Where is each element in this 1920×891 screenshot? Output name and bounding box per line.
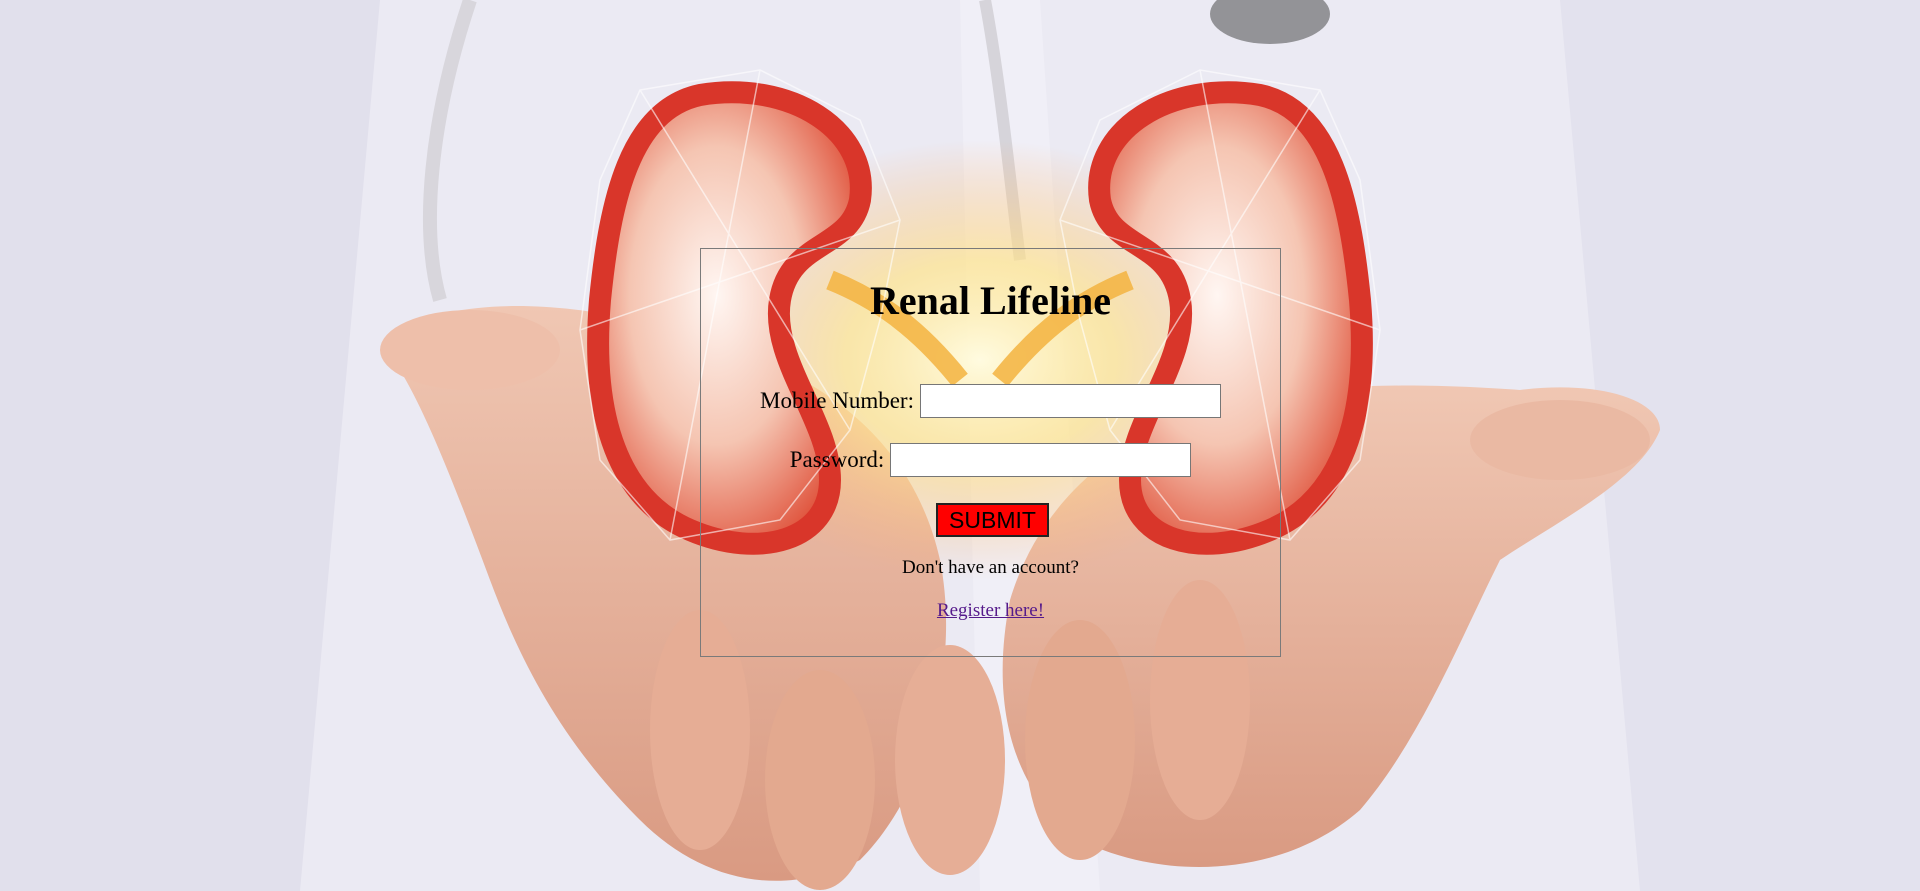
register-link-container: Register here! — [701, 600, 1280, 622]
mobile-number-input[interactable] — [919, 384, 1221, 418]
mobile-number-row: Mobile Number: — [701, 384, 1280, 418]
password-input[interactable] — [890, 443, 1192, 477]
password-row: Password: — [701, 443, 1280, 477]
register-link[interactable]: Register here! — [937, 600, 1044, 621]
submit-button[interactable]: SUBMIT — [936, 503, 1049, 537]
password-label: Password: — [789, 447, 885, 472]
no-account-text: Don't have an account? — [902, 557, 1079, 578]
page-title: Renal Lifeline — [869, 278, 1112, 323]
mobile-number-label: Mobile Number: — [760, 388, 914, 413]
login-form: Renal Lifeline Mobile Number: Password: … — [700, 248, 1281, 657]
